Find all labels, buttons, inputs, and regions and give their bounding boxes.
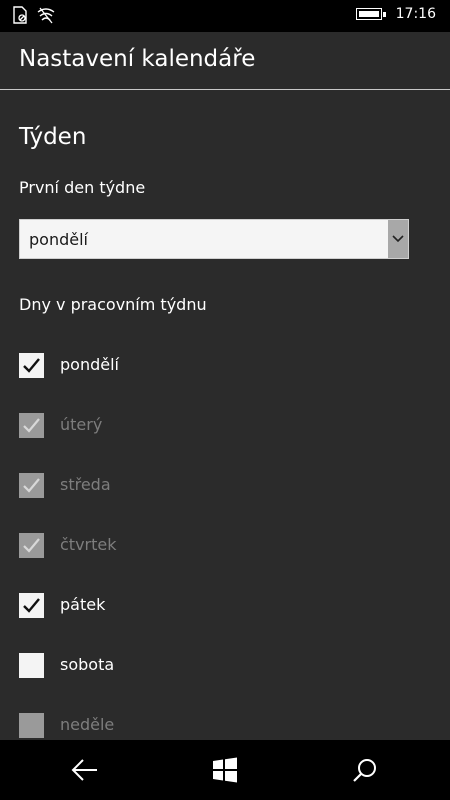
first-day-value: pondělí	[29, 230, 88, 249]
day-row-saturday[interactable]: sobota	[19, 653, 379, 679]
wifi-icon	[36, 6, 56, 28]
back-icon[interactable]	[69, 754, 101, 786]
checkbox-wednesday	[19, 473, 44, 498]
day-label-monday: pondělí	[60, 355, 119, 374]
day-label-thursday: čtvrtek	[60, 535, 117, 554]
windows-icon[interactable]	[209, 754, 241, 786]
checkbox-saturday[interactable]	[19, 653, 44, 678]
checkbox-thursday	[19, 533, 44, 558]
chevron-down-icon[interactable]	[388, 220, 408, 258]
page-header: Nastavení kalendáře	[0, 32, 450, 90]
day-label-sunday: neděle	[60, 715, 115, 734]
day-row-sunday: neděle	[19, 713, 379, 739]
checkbox-friday[interactable]	[19, 593, 44, 618]
day-row-wednesday: středa	[19, 473, 379, 499]
battery-icon	[355, 8, 386, 20]
day-label-saturday: sobota	[60, 655, 115, 674]
day-row-monday[interactable]: pondělí	[19, 353, 379, 379]
day-row-tuesday: úterý	[19, 413, 379, 439]
checkbox-tuesday	[19, 413, 44, 438]
workdays-label: Dny v pracovním týdnu	[19, 295, 207, 314]
navigation-bar	[0, 740, 450, 800]
search-icon[interactable]	[349, 754, 381, 786]
day-row-friday[interactable]: pátek	[19, 593, 379, 619]
first-day-label: První den týdne	[19, 178, 146, 197]
checkbox-monday[interactable]	[19, 353, 44, 378]
status-bar: 17:16	[0, 0, 450, 32]
checkbox-sunday	[19, 713, 44, 738]
page-title: Nastavení kalendáře	[19, 46, 256, 72]
day-label-wednesday: středa	[60, 475, 111, 494]
first-day-dropdown[interactable]: pondělí	[19, 219, 409, 259]
status-time: 17:16	[395, 6, 436, 22]
no-sim-icon	[12, 6, 28, 28]
section-title-week: Týden	[19, 124, 87, 150]
day-label-friday: pátek	[60, 595, 106, 614]
day-label-tuesday: úterý	[60, 415, 103, 434]
day-row-thursday: čtvrtek	[19, 533, 379, 559]
